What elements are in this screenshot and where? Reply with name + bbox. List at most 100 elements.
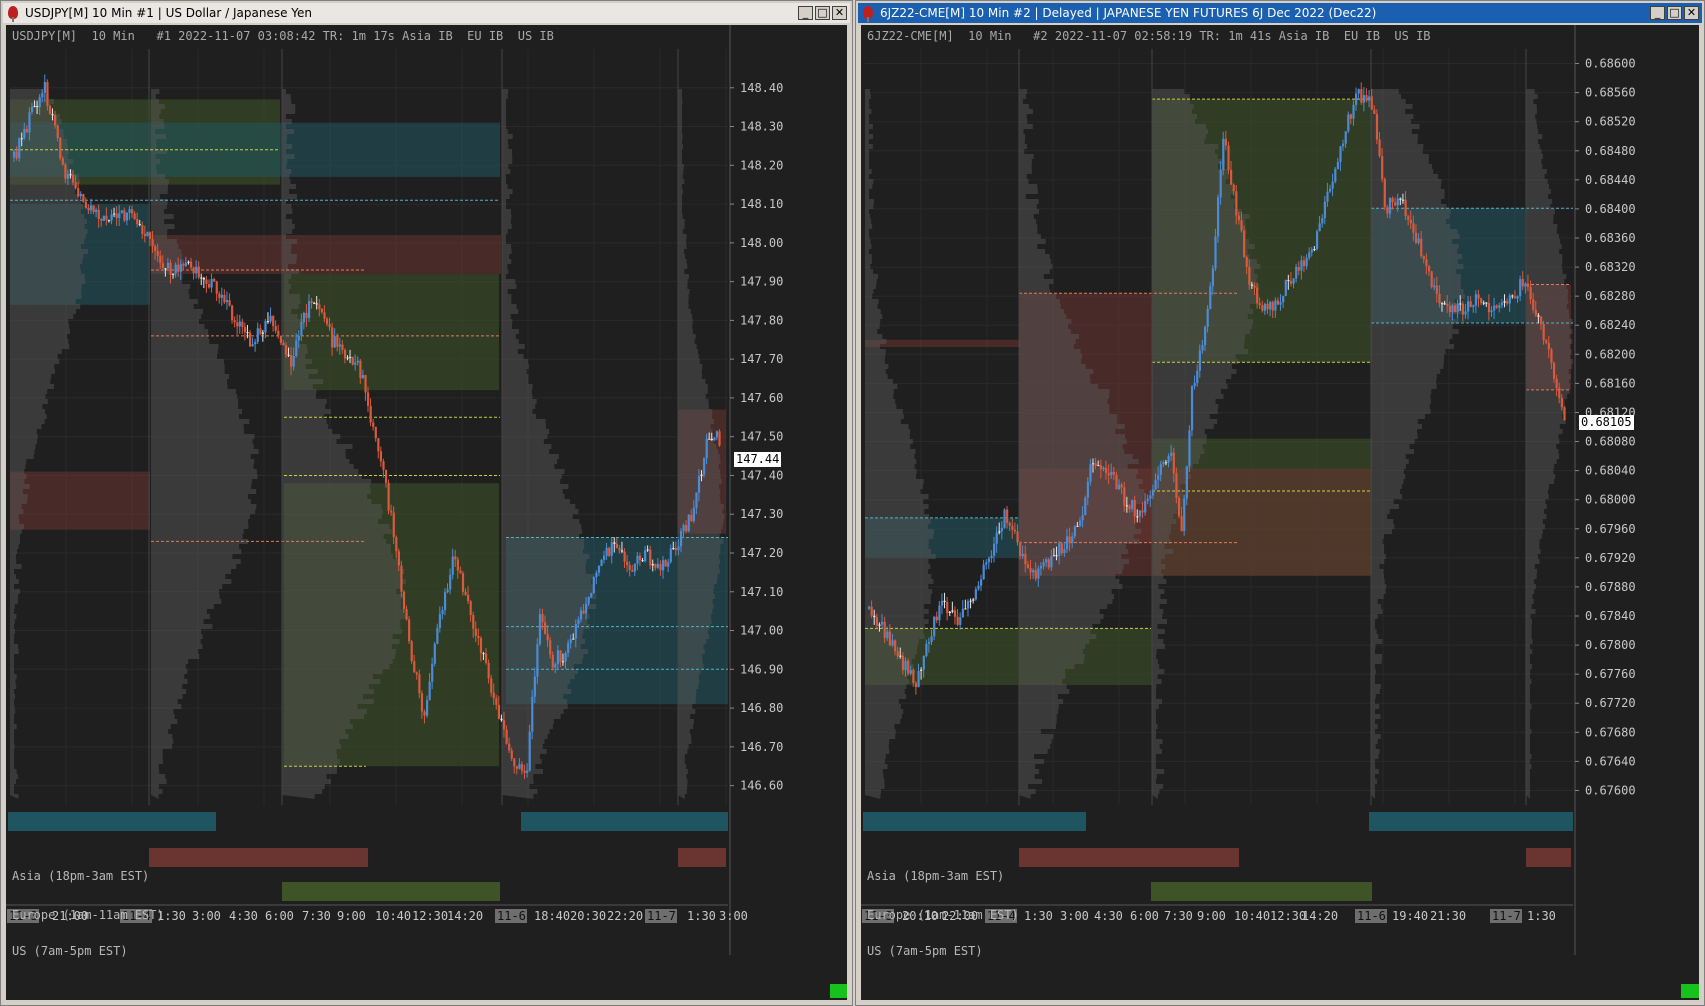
candle-body: [82, 194, 85, 202]
candle-body: [256, 328, 259, 342]
candle-body: [987, 558, 991, 563]
candle-body: [1292, 278, 1295, 284]
candle-body: [1073, 526, 1076, 537]
price-tick-label: 0.68240: [1585, 318, 1636, 332]
candle-body: [151, 239, 154, 247]
candle-body: [644, 550, 647, 562]
chart-window-6jz22[interactable]: 6JZ22-CME[M] 10 Min #2 | Delayed | JAPAN…: [855, 0, 1705, 1006]
candle-body: [236, 322, 239, 327]
candlestick-chart-svg[interactable]: 0.68600 0.68560 0.68520 0.68480 0.68440 0.684…: [861, 25, 1699, 1000]
candle-body: [1500, 302, 1504, 306]
candle-body: [1243, 230, 1246, 258]
price-tick-label: 0.67800: [1585, 638, 1636, 652]
candle-body: [638, 555, 642, 561]
candle-body: [15, 151, 18, 159]
candle-body: [1180, 515, 1183, 532]
price-chart[interactable]: 0.68600 0.68560 0.68520 0.68480 0.68440 0.684…: [861, 25, 1699, 1000]
candle-body: [287, 354, 290, 356]
candle-body: [354, 362, 357, 365]
candle-body: [54, 115, 57, 126]
candle-body: [1188, 430, 1191, 467]
candle-body: [577, 619, 580, 625]
candle-body: [595, 572, 598, 577]
candle-body: [195, 266, 198, 274]
session-bar-us: [1151, 882, 1372, 901]
candle-body: [1352, 104, 1355, 119]
candle-body: [469, 601, 472, 616]
candle-body: [870, 606, 873, 616]
candle-body: [207, 283, 211, 288]
title-bar[interactable]: USDJPY[M] 10 Min #1 | US Dollar / Japane…: [3, 3, 850, 23]
time-tick-label: 9:00: [337, 909, 366, 923]
candlestick-chart-svg[interactable]: 148.40 148.30 148.20 148.10 148.00 147.90 147.…: [6, 25, 847, 1000]
candle-body: [305, 312, 308, 318]
candle-body: [69, 174, 72, 176]
candle-body: [146, 232, 149, 237]
candle-body: [148, 232, 152, 240]
candle-body: [1034, 570, 1037, 579]
candle-body: [1326, 191, 1329, 202]
candle-body: [579, 610, 583, 620]
minimize-button[interactable]: _: [1650, 6, 1665, 20]
candle-body: [927, 642, 931, 644]
close-button[interactable]: ✕: [1684, 6, 1699, 20]
candle-body: [690, 515, 693, 522]
candle-body: [1357, 89, 1360, 94]
price-tick-label: 0.68440: [1585, 173, 1636, 187]
candle-body: [1047, 559, 1050, 568]
candle-body: [413, 661, 416, 673]
candle-body: [1164, 462, 1168, 464]
time-tick-label: 22:20: [607, 909, 643, 923]
price-chart[interactable]: 148.40 148.30 148.20 148.10 148.00 147.90 147.…: [6, 25, 847, 1000]
candle-body: [1552, 362, 1556, 379]
chart-window-usdjpy[interactable]: USDJPY[M] 10 Min #1 | US Dollar / Japane…: [0, 0, 853, 1006]
title-bar[interactable]: 6JZ22-CME[M] 10 Min #2 | Delayed | JAPAN…: [858, 3, 1702, 23]
candle-body: [1516, 296, 1519, 299]
candle-body: [1539, 316, 1543, 325]
candle-body: [48, 105, 52, 115]
candle-body: [561, 661, 565, 663]
candle-body: [1521, 279, 1524, 287]
candle-body: [72, 174, 75, 183]
candle-body: [367, 392, 370, 406]
candle-body: [1058, 543, 1061, 556]
candle-body: [1456, 303, 1459, 313]
candle-body: [554, 664, 557, 668]
candle-body: [100, 219, 103, 221]
candle-body: [549, 640, 552, 655]
candle-body: [405, 608, 408, 620]
price-tick-label: 147.70: [740, 352, 783, 366]
candle-body: [43, 82, 46, 94]
candle-body: [1063, 549, 1066, 554]
candle-body: [79, 194, 82, 197]
candle-body: [374, 426, 377, 439]
candle-body: [1123, 487, 1126, 506]
candle-body: [156, 251, 159, 256]
candle-body: [1227, 145, 1230, 170]
candle-body: [564, 652, 567, 662]
candle-body: [1006, 509, 1009, 523]
candle-body: [538, 614, 542, 645]
maximize-button[interactable]: □: [815, 6, 830, 20]
time-tick-label: 1:30: [687, 909, 716, 923]
candle-body: [497, 704, 501, 719]
candle-body: [705, 438, 708, 459]
candle-body: [1321, 218, 1324, 224]
close-button[interactable]: ✕: [832, 6, 847, 20]
price-tick-label: 0.67960: [1585, 522, 1636, 536]
candle-body: [1081, 515, 1084, 521]
candle-body: [587, 597, 590, 604]
candle-body: [292, 356, 295, 367]
candle-body: [25, 128, 29, 133]
candle-body: [377, 438, 380, 452]
session-bar-asia: [1369, 812, 1573, 831]
candle-body: [1563, 407, 1566, 420]
candle-body: [331, 327, 334, 348]
time-tick-label: 4:30: [229, 909, 258, 923]
time-tick-label: 12:30: [412, 909, 448, 923]
candle-body: [1271, 301, 1274, 311]
minimize-button[interactable]: _: [798, 6, 813, 20]
candle-body: [184, 262, 188, 266]
maximize-button[interactable]: □: [1667, 6, 1682, 20]
candle-body: [1138, 510, 1142, 517]
